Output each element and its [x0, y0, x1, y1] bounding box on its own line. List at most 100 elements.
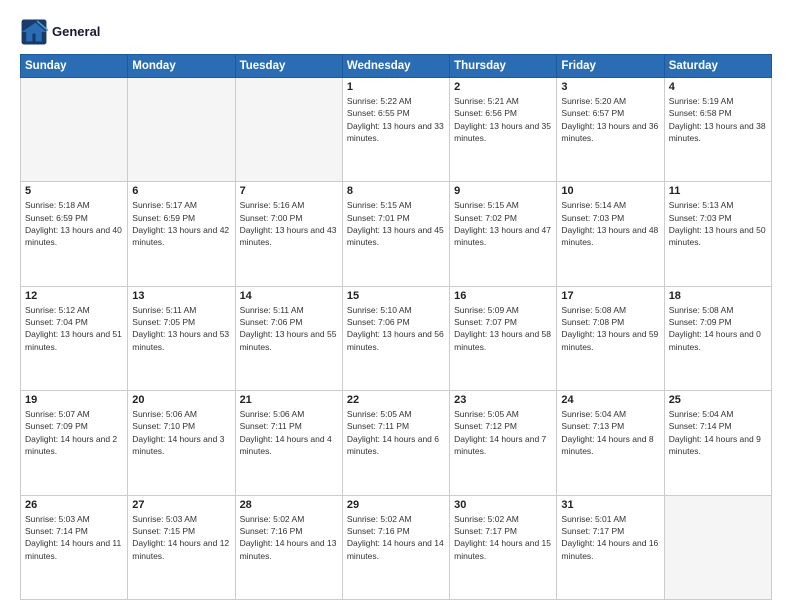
day-info: Sunrise: 5:01 AMSunset: 7:17 PMDaylight:… [561, 513, 659, 562]
calendar-cell: 13Sunrise: 5:11 AMSunset: 7:05 PMDayligh… [128, 286, 235, 390]
day-info: Sunrise: 5:22 AMSunset: 6:55 PMDaylight:… [347, 95, 445, 144]
calendar-cell: 17Sunrise: 5:08 AMSunset: 7:08 PMDayligh… [557, 286, 664, 390]
day-number: 12 [25, 290, 123, 302]
page: General SundayMondayTuesdayWednesdayThur… [0, 0, 792, 612]
logo-icon [20, 18, 48, 46]
day-info: Sunrise: 5:11 AMSunset: 7:05 PMDaylight:… [132, 304, 230, 353]
calendar-cell: 16Sunrise: 5:09 AMSunset: 7:07 PMDayligh… [450, 286, 557, 390]
day-info: Sunrise: 5:07 AMSunset: 7:09 PMDaylight:… [25, 408, 123, 457]
day-info: Sunrise: 5:14 AMSunset: 7:03 PMDaylight:… [561, 199, 659, 248]
weekday-header-monday: Monday [128, 55, 235, 78]
day-number: 29 [347, 499, 445, 511]
day-number: 27 [132, 499, 230, 511]
day-number: 2 [454, 81, 552, 93]
weekday-header-row: SundayMondayTuesdayWednesdayThursdayFrid… [21, 55, 772, 78]
day-number: 5 [25, 185, 123, 197]
day-number: 10 [561, 185, 659, 197]
calendar-cell: 3Sunrise: 5:20 AMSunset: 6:57 PMDaylight… [557, 78, 664, 182]
weekday-header-saturday: Saturday [664, 55, 771, 78]
day-number: 31 [561, 499, 659, 511]
weekday-header-wednesday: Wednesday [342, 55, 449, 78]
day-info: Sunrise: 5:02 AMSunset: 7:17 PMDaylight:… [454, 513, 552, 562]
day-info: Sunrise: 5:09 AMSunset: 7:07 PMDaylight:… [454, 304, 552, 353]
calendar-week-5: 26Sunrise: 5:03 AMSunset: 7:14 PMDayligh… [21, 495, 772, 599]
day-info: Sunrise: 5:15 AMSunset: 7:02 PMDaylight:… [454, 199, 552, 248]
day-number: 6 [132, 185, 230, 197]
day-info: Sunrise: 5:08 AMSunset: 7:08 PMDaylight:… [561, 304, 659, 353]
header: General [20, 18, 772, 46]
calendar-cell: 15 Sunrise: 5:10 AMSunset: 7:06 PMDayligh… [342, 286, 449, 390]
calendar-cell: 6 Sunrise: 5:17 AMSunset: 6:59 PMDaylight… [128, 182, 235, 286]
day-info: Sunrise: 5:02 AMSunset: 7:16 PMDaylight:… [347, 513, 445, 562]
calendar-cell: 23Sunrise: 5:05 AMSunset: 7:12 PMDayligh… [450, 391, 557, 495]
weekday-header-tuesday: Tuesday [235, 55, 342, 78]
day-info: Sunrise: 5:04 AMSunset: 7:14 PMDaylight:… [669, 408, 767, 457]
calendar-week-3: 12 Sunrise: 5:12 AMSunset: 7:04 PMDayligh… [21, 286, 772, 390]
calendar-week-1: 1 Sunrise: 5:22 AMSunset: 6:55 PMDaylight… [21, 78, 772, 182]
day-info: Sunrise: 5:05 AMSunset: 7:11 PMDaylight:… [347, 408, 445, 457]
day-info: Sunrise: 5:11 AMSunset: 7:06 PMDaylight:… [240, 304, 338, 353]
calendar-cell: 9 Sunrise: 5:15 AMSunset: 7:02 PMDaylight… [450, 182, 557, 286]
day-info: Sunrise: 5:04 AMSunset: 7:13 PMDaylight:… [561, 408, 659, 457]
day-number: 20 [132, 394, 230, 406]
calendar-cell: 8Sunrise: 5:15 AMSunset: 7:01 PMDaylight… [342, 182, 449, 286]
day-info: Sunrise: 5:12 AMSunset: 7:04 PMDaylight:… [25, 304, 123, 353]
day-info: Sunrise: 5:18 AMSunset: 6:59 PMDaylight:… [25, 199, 123, 248]
calendar-week-2: 5 Sunrise: 5:18 AMSunset: 6:59 PMDaylight… [21, 182, 772, 286]
calendar-cell [664, 495, 771, 599]
weekday-header-friday: Friday [557, 55, 664, 78]
calendar-cell: 26Sunrise: 5:03 AMSunset: 7:14 PMDayligh… [21, 495, 128, 599]
day-info: Sunrise: 5:17 AMSunset: 6:59 PMDaylight:… [132, 199, 230, 248]
calendar-cell: 12 Sunrise: 5:12 AMSunset: 7:04 PMDayligh… [21, 286, 128, 390]
day-number: 26 [25, 499, 123, 511]
day-info: Sunrise: 5:08 AMSunset: 7:09 PMDaylight:… [669, 304, 767, 353]
calendar-cell: 11 Sunrise: 5:13 AMSunset: 7:03 PMDayligh… [664, 182, 771, 286]
day-info: Sunrise: 5:05 AMSunset: 7:12 PMDaylight:… [454, 408, 552, 457]
calendar-cell: 25 Sunrise: 5:04 AMSunset: 7:14 PMDayligh… [664, 391, 771, 495]
day-number: 14 [240, 290, 338, 302]
day-number: 15 [347, 290, 445, 302]
calendar-cell: 31 Sunrise: 5:01 AMSunset: 7:17 PMDayligh… [557, 495, 664, 599]
day-number: 9 [454, 185, 552, 197]
calendar-cell: 19 Sunrise: 5:07 AMSunset: 7:09 PMDayligh… [21, 391, 128, 495]
day-number: 21 [240, 394, 338, 406]
logo: General [20, 18, 100, 46]
calendar-cell: 24Sunrise: 5:04 AMSunset: 7:13 PMDayligh… [557, 391, 664, 495]
logo-text: General [52, 24, 100, 40]
day-number: 7 [240, 185, 338, 197]
calendar-cell: 18 Sunrise: 5:08 AMSunset: 7:09 PMDayligh… [664, 286, 771, 390]
day-number: 19 [25, 394, 123, 406]
day-number: 22 [347, 394, 445, 406]
calendar-cell: 20Sunrise: 5:06 AMSunset: 7:10 PMDayligh… [128, 391, 235, 495]
day-info: Sunrise: 5:13 AMSunset: 7:03 PMDaylight:… [669, 199, 767, 248]
calendar-cell: 4 Sunrise: 5:19 AMSunset: 6:58 PMDaylight… [664, 78, 771, 182]
day-number: 3 [561, 81, 659, 93]
day-number: 4 [669, 81, 767, 93]
calendar-cell: 1 Sunrise: 5:22 AMSunset: 6:55 PMDaylight… [342, 78, 449, 182]
calendar-cell: 29 Sunrise: 5:02 AMSunset: 7:16 PMDayligh… [342, 495, 449, 599]
day-info: Sunrise: 5:10 AMSunset: 7:06 PMDaylight:… [347, 304, 445, 353]
calendar-table: SundayMondayTuesdayWednesdayThursdayFrid… [20, 54, 772, 600]
day-info: Sunrise: 5:15 AMSunset: 7:01 PMDaylight:… [347, 199, 445, 248]
day-number: 18 [669, 290, 767, 302]
calendar-cell: 14 Sunrise: 5:11 AMSunset: 7:06 PMDayligh… [235, 286, 342, 390]
day-info: Sunrise: 5:16 AMSunset: 7:00 PMDaylight:… [240, 199, 338, 248]
calendar-cell: 10 Sunrise: 5:14 AMSunset: 7:03 PMDayligh… [557, 182, 664, 286]
calendar-cell [21, 78, 128, 182]
calendar-cell: 2 Sunrise: 5:21 AMSunset: 6:56 PMDaylight… [450, 78, 557, 182]
day-number: 1 [347, 81, 445, 93]
day-number: 25 [669, 394, 767, 406]
day-number: 30 [454, 499, 552, 511]
calendar-cell: 22 Sunrise: 5:05 AMSunset: 7:11 PMDayligh… [342, 391, 449, 495]
weekday-header-thursday: Thursday [450, 55, 557, 78]
day-info: Sunrise: 5:21 AMSunset: 6:56 PMDaylight:… [454, 95, 552, 144]
day-info: Sunrise: 5:02 AMSunset: 7:16 PMDaylight:… [240, 513, 338, 562]
calendar-cell: 21Sunrise: 5:06 AMSunset: 7:11 PMDayligh… [235, 391, 342, 495]
day-number: 11 [669, 185, 767, 197]
calendar-cell: 28Sunrise: 5:02 AMSunset: 7:16 PMDayligh… [235, 495, 342, 599]
calendar-cell: 7 Sunrise: 5:16 AMSunset: 7:00 PMDaylight… [235, 182, 342, 286]
calendar-cell: 27 Sunrise: 5:03 AMSunset: 7:15 PMDayligh… [128, 495, 235, 599]
calendar-cell: 30 Sunrise: 5:02 AMSunset: 7:17 PMDayligh… [450, 495, 557, 599]
day-info: Sunrise: 5:03 AMSunset: 7:15 PMDaylight:… [132, 513, 230, 562]
day-info: Sunrise: 5:19 AMSunset: 6:58 PMDaylight:… [669, 95, 767, 144]
